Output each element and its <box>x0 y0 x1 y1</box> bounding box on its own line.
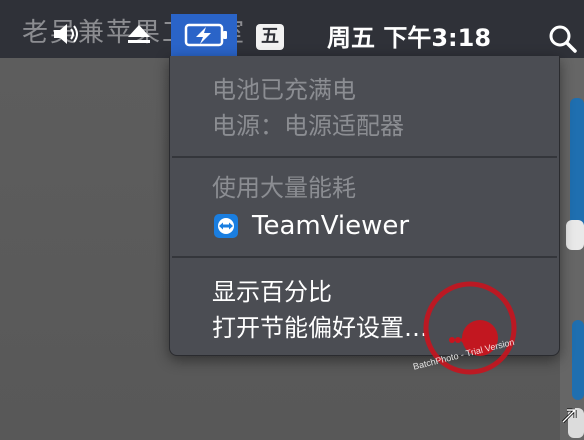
menu-separator <box>172 156 557 158</box>
eject-icon[interactable] <box>126 22 152 46</box>
teamviewer-icon <box>214 214 238 238</box>
menu-item-teamviewer[interactable]: TeamViewer <box>214 212 409 240</box>
menu-separator <box>172 256 557 258</box>
search-icon[interactable] <box>548 24 578 54</box>
battery-dropdown-menu: 电池已充满电 电源：电源适配器 使用大量能耗 TeamViewer 显示百分比 … <box>169 56 560 356</box>
heavy-usage-header: 使用大量能耗 <box>212 174 356 202</box>
power-source-label: 电源：电源适配器 <box>212 112 404 140</box>
battery-status-label: 电池已充满电 <box>212 76 356 104</box>
teamviewer-label: TeamViewer <box>252 211 410 241</box>
battery-charging-icon <box>184 23 227 47</box>
speaker-icon[interactable] <box>52 22 82 46</box>
window-fragment <box>566 220 584 250</box>
dock-tile-fragment-lower <box>572 320 584 400</box>
desktop: 老吴兼苹果工作室 五 周五 下午3:18 电池已充满电 <box>0 0 584 440</box>
menu-bar-clock[interactable]: 周五 下午3:18 <box>327 26 491 50</box>
cursor-icon <box>561 408 577 424</box>
menu-item-open-energy-saver[interactable]: 打开节能偏好设置… <box>212 316 428 340</box>
input-method-indicator[interactable]: 五 <box>256 24 284 50</box>
desktop-window-edge <box>560 58 584 440</box>
menu-bar: 老吴兼苹果工作室 五 周五 下午3:18 <box>0 0 584 58</box>
menu-item-show-percentage[interactable]: 显示百分比 <box>212 280 332 304</box>
